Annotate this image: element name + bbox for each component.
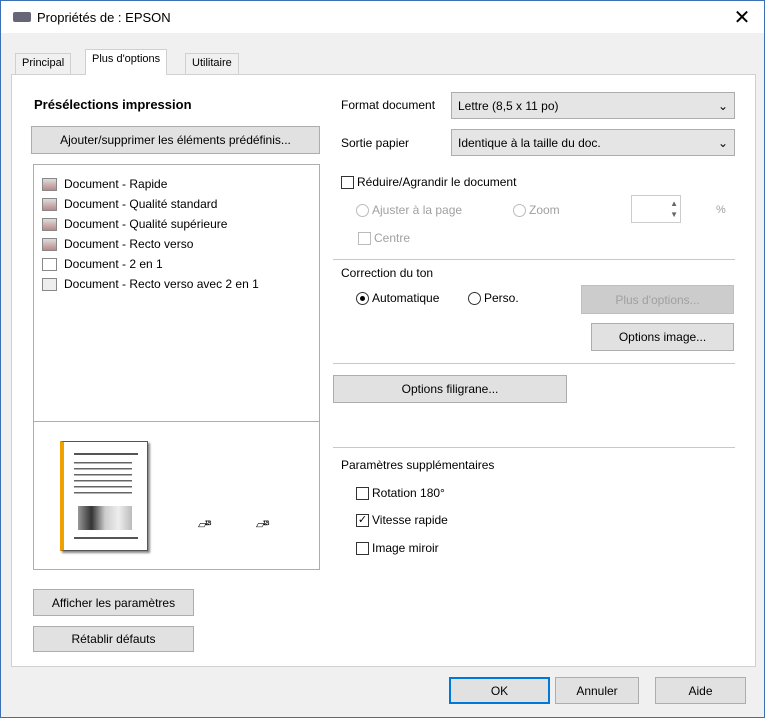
center-checkbox[interactable]: Centre [358,231,411,246]
list-item[interactable]: Document - 2 en 1 [42,254,319,274]
ok-button[interactable]: OK [449,677,550,704]
list-item-label: Document - Recto verso [64,237,194,251]
tab-plus-options[interactable]: Plus d'options [85,49,168,75]
help-button[interactable]: Aide [655,677,746,704]
reduce-checkbox[interactable]: Réduire/Agrandir le document [341,175,517,190]
checkbox[interactable] [356,542,369,556]
divider [333,259,735,260]
duplex-two-up-icon [42,277,57,291]
two-up-icon [42,257,57,271]
checkbox[interactable] [358,232,371,246]
tone-label: Correction du ton [341,266,434,280]
list-item[interactable]: Document - Qualité supérieure [42,214,319,234]
custom-label: Perso. [484,291,519,305]
list-item-label: Document - Rapide [64,177,168,191]
center-label: Centre [374,231,411,245]
list-item-label: Document - Qualité standard [64,197,218,211]
list-item[interactable]: Document - Recto verso [42,234,319,254]
document-fast-icon [42,177,57,191]
title-bar: Propriétés de : EPSON ✕ [1,1,764,33]
reset-defaults-button[interactable]: Rétablir défauts [33,626,194,652]
percent-label: % [716,204,726,216]
image-options-button[interactable]: Options image... [591,323,734,351]
list-item[interactable]: Document - Recto verso avec 2 en 1 [42,274,319,294]
custom-radio[interactable]: Perso. [468,291,519,306]
mirror-label: Image miroir [372,541,439,555]
cancel-button[interactable]: Annuler [555,677,639,704]
radio[interactable] [356,292,369,306]
fast-label: Vitesse rapide [372,513,448,527]
chevron-down-icon: ⌄ [717,98,728,113]
rotate-label: Rotation 180° [372,486,445,500]
format-label: Format document [341,98,436,112]
printer-icon [13,12,31,22]
checkbox-checked[interactable]: ✓ [356,514,369,528]
format-value: Lettre (8,5 x 11 po) [458,98,559,113]
mirror-checkbox[interactable]: Image miroir [356,541,439,556]
chevron-down-icon: ⌄ [717,135,728,150]
presets-list[interactable]: Document - Rapide Document - Qualité sta… [33,164,320,422]
divider [333,447,735,448]
presets-heading: Présélections impression [34,97,192,112]
radio[interactable] [513,204,526,218]
show-settings-button[interactable]: Afficher les paramètres [33,589,194,616]
fast-checkbox[interactable]: ✓ Vitesse rapide [356,513,448,528]
zoom-spinbox[interactable]: ▲ ▼ [631,195,681,223]
tab-principal[interactable]: Principal [15,53,72,74]
zoom-radio[interactable]: Zoom [513,203,560,218]
extra-settings-label: Paramètres supplémentaires [341,458,495,472]
zoom-label: Zoom [529,203,560,217]
copies-collated-icon: ▱¹²³ [256,519,270,531]
watermark-options-button[interactable]: Options filigrane... [333,375,567,403]
close-icon[interactable]: ✕ [729,5,755,30]
list-item[interactable]: Document - Rapide [42,174,319,194]
output-label: Sortie papier [341,136,410,150]
fit-page-label: Ajuster à la page [372,203,463,217]
add-remove-presets-button[interactable]: Ajouter/supprimer les éléments prédéfini… [31,126,320,154]
checkbox[interactable] [356,487,369,501]
document-standard-icon [42,197,57,211]
output-select[interactable]: Identique à la taille du doc. ⌄ [451,129,735,156]
format-select[interactable]: Lettre (8,5 x 11 po) ⌄ [451,92,735,119]
list-item-label: Document - 2 en 1 [64,257,163,271]
fit-page-radio[interactable]: Ajuster à la page [356,203,463,218]
copies-collated-icon: ▱¹²³ [198,519,212,531]
duplex-icon [42,237,57,251]
printer-properties-dialog: Propriétés de : EPSON ✕ Principal Plus d… [0,0,765,718]
divider [333,363,735,364]
document-high-quality-icon [42,217,57,231]
reduce-label: Réduire/Agrandir le document [357,175,517,189]
checkbox[interactable] [341,176,354,190]
auto-label: Automatique [372,291,440,305]
window-title: Propriétés de : EPSON [37,10,171,25]
more-options-button[interactable]: Plus d'options... [581,285,734,314]
auto-radio[interactable]: Automatique [356,291,440,306]
rotate-checkbox[interactable]: Rotation 180° [356,486,445,501]
settings-preview: ▱¹²³ ▱¹²³ [33,421,320,570]
radio[interactable] [468,292,481,306]
tab-utilitaire[interactable]: Utilitaire [185,53,239,74]
page-preview-icon [60,441,148,551]
list-item-label: Document - Qualité supérieure [64,217,228,231]
radio[interactable] [356,204,369,218]
output-value: Identique à la taille du doc. [458,135,601,150]
list-item-label: Document - Recto verso avec 2 en 1 [64,277,259,291]
spin-arrows-icon[interactable]: ▲ ▼ [670,198,678,220]
list-item[interactable]: Document - Qualité standard [42,194,319,214]
